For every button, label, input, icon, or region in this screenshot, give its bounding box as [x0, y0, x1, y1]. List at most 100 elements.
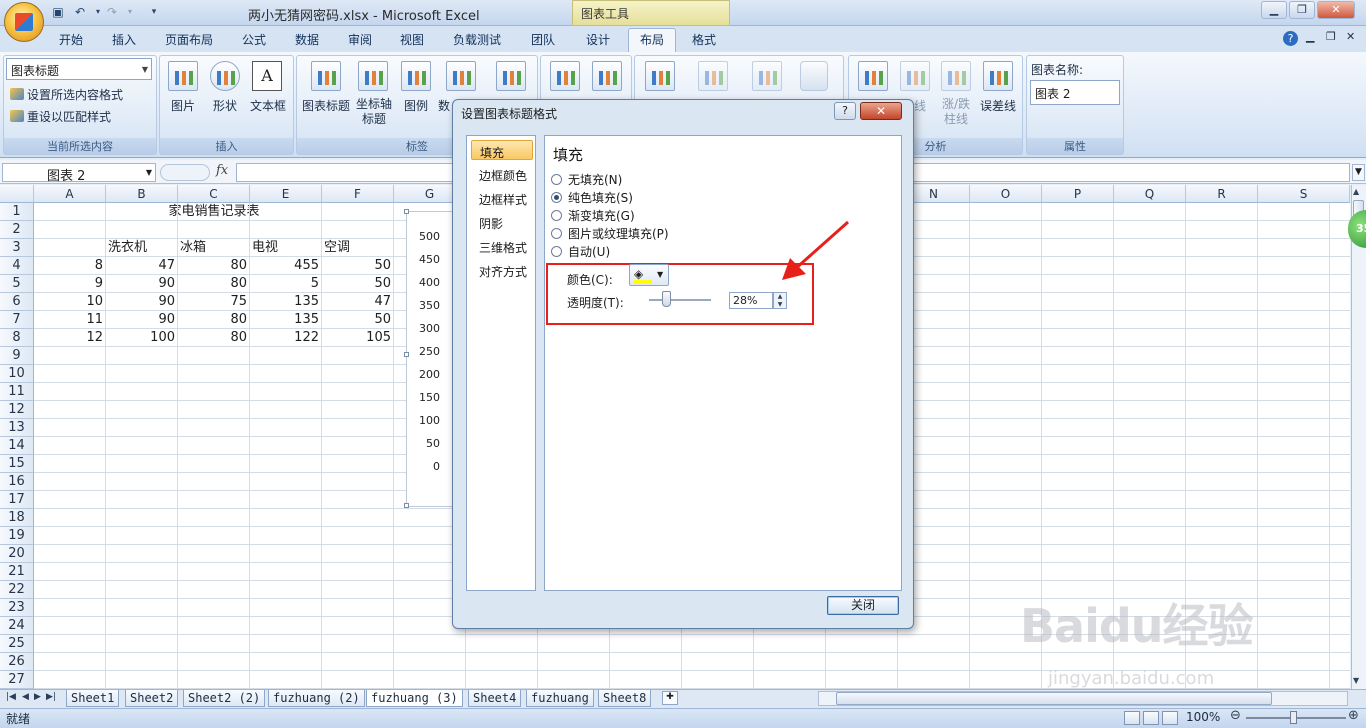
- sheet-tab[interactable]: Sheet4: [468, 690, 522, 707]
- data-cell[interactable]: 135: [250, 311, 322, 329]
- close-window-button[interactable]: ✕: [1317, 1, 1355, 19]
- row-header[interactable]: 17: [0, 491, 34, 509]
- tab-load-test[interactable]: 负载测试: [453, 31, 501, 48]
- transparency-spinner[interactable]: ▲ ▼: [773, 292, 787, 309]
- data-cell[interactable]: 47: [106, 257, 178, 275]
- sheet-title-cell[interactable]: 家电销售记录表: [106, 203, 322, 221]
- row-header[interactable]: 24: [0, 617, 34, 635]
- sheet-tab[interactable]: fuzhuang (3): [366, 690, 463, 707]
- data-cell[interactable]: 5: [250, 275, 322, 293]
- data-cell[interactable]: 80: [178, 329, 250, 347]
- data-cell[interactable]: 75: [178, 293, 250, 311]
- sheet-tab[interactable]: fuzhuang (2): [268, 690, 365, 707]
- row-header[interactable]: 7: [0, 311, 34, 329]
- row-header[interactable]: 23: [0, 599, 34, 617]
- data-cell[interactable]: 50: [322, 311, 394, 329]
- error-bars-icon[interactable]: [983, 61, 1013, 91]
- tab-page-layout[interactable]: 页面布局: [165, 31, 213, 48]
- fill-color-picker[interactable]: ◈ ▼: [629, 264, 669, 286]
- tab-team[interactable]: 团队: [531, 31, 555, 48]
- row-header[interactable]: 26: [0, 653, 34, 671]
- chart-floor-icon[interactable]: [752, 61, 782, 91]
- ribbon-minimize-icon[interactable]: ▁: [1306, 30, 1314, 43]
- radio-gradient-fill[interactable]: 渐变填充(G): [551, 207, 635, 224]
- insert-sheet-icon[interactable]: ✚: [662, 691, 678, 705]
- nav-fill[interactable]: 填充: [471, 140, 533, 160]
- header-cell[interactable]: 电视: [252, 239, 278, 257]
- column-header[interactable]: P: [1042, 185, 1114, 203]
- chart-title-icon[interactable]: [311, 61, 341, 91]
- chart-element-selector[interactable]: 图表标题 ▼: [6, 58, 152, 80]
- row-header[interactable]: 2: [0, 221, 34, 239]
- customize-qat-icon[interactable]: ▾: [146, 4, 162, 20]
- chart-title-button[interactable]: 图表标题: [300, 97, 352, 114]
- radio-no-fill[interactable]: 无填充(N): [551, 171, 622, 188]
- radio-solid-fill[interactable]: 纯色填充(S): [551, 189, 633, 206]
- redo-icon[interactable]: ↷: [104, 4, 120, 20]
- reset-style-button[interactable]: 重设以匹配样式: [10, 108, 111, 125]
- data-cell[interactable]: 105: [322, 329, 394, 347]
- minimize-button[interactable]: ▁: [1261, 1, 1287, 19]
- tab-home[interactable]: 开始: [59, 31, 83, 48]
- nav-shadow[interactable]: 阴影: [471, 212, 533, 232]
- chart-name-input[interactable]: 图表 2: [1030, 80, 1120, 105]
- row-header[interactable]: 27: [0, 671, 34, 689]
- data-cell[interactable]: 80: [178, 311, 250, 329]
- error-bars-button[interactable]: 误差线: [976, 97, 1020, 114]
- column-header[interactable]: A: [34, 185, 106, 203]
- office-button[interactable]: [4, 2, 44, 42]
- select-all-corner[interactable]: [0, 185, 34, 203]
- column-header[interactable]: Q: [1114, 185, 1186, 203]
- data-cell[interactable]: 47: [322, 293, 394, 311]
- transparency-input[interactable]: 28%: [729, 292, 773, 309]
- textbox-icon[interactable]: A: [252, 61, 282, 91]
- legend-icon[interactable]: [401, 61, 431, 91]
- save-icon[interactable]: ▣: [50, 4, 66, 20]
- nav-3d-format[interactable]: 三维格式: [471, 236, 533, 256]
- chart-resize-handle[interactable]: [404, 503, 409, 508]
- trendline-icon[interactable]: [858, 61, 888, 91]
- up-down-bars-button[interactable]: 涨/跌 柱线: [936, 97, 976, 127]
- sheet-tab[interactable]: fuzhuang: [526, 690, 594, 707]
- lines-button[interactable]: 线: [912, 97, 928, 114]
- gridlines-icon[interactable]: [592, 61, 622, 91]
- data-table-icon[interactable]: [496, 61, 526, 91]
- chart-resize-handle[interactable]: [404, 209, 409, 214]
- row-header[interactable]: 25: [0, 635, 34, 653]
- expand-formula-bar-icon[interactable]: ▼: [1352, 164, 1365, 181]
- undo-icon[interactable]: ↶: [72, 4, 88, 20]
- data-cell[interactable]: 9: [34, 275, 106, 293]
- transparency-slider-thumb[interactable]: [662, 291, 672, 307]
- row-header[interactable]: 22: [0, 581, 34, 599]
- page-layout-view-icon[interactable]: [1143, 711, 1159, 725]
- dialog-close-button[interactable]: ✕: [860, 102, 902, 120]
- vertical-scrollbar[interactable]: [1351, 185, 1366, 689]
- nav-border-style[interactable]: 边框样式: [471, 188, 533, 208]
- scroll-down-icon[interactable]: ▼: [1353, 676, 1359, 685]
- tab-insert[interactable]: 插入: [112, 31, 136, 48]
- row-header[interactable]: 14: [0, 437, 34, 455]
- close-dialog-button[interactable]: 关闭: [827, 596, 899, 615]
- row-header[interactable]: 18: [0, 509, 34, 527]
- plot-area-icon[interactable]: [645, 61, 675, 91]
- column-header[interactable]: B: [106, 185, 178, 203]
- tab-review[interactable]: 审阅: [348, 31, 372, 48]
- lines-icon[interactable]: [900, 61, 930, 91]
- column-header[interactable]: S: [1258, 185, 1350, 203]
- row-header[interactable]: 19: [0, 527, 34, 545]
- tab-format[interactable]: 格式: [692, 31, 716, 48]
- 3d-rotation-icon[interactable]: [800, 61, 828, 91]
- axis-title-icon[interactable]: [358, 61, 388, 91]
- data-cell[interactable]: 8: [34, 257, 106, 275]
- data-cell[interactable]: 80: [178, 275, 250, 293]
- header-cell[interactable]: 空调: [324, 239, 350, 257]
- format-selection-button[interactable]: 设置所选内容格式: [10, 86, 123, 103]
- insert-textbox-label[interactable]: 文本框: [246, 97, 290, 114]
- legend-button[interactable]: 图例: [400, 97, 432, 114]
- up-down-bars-icon[interactable]: [941, 61, 971, 91]
- row-header[interactable]: 3: [0, 239, 34, 257]
- chart-wall-icon[interactable]: [698, 61, 728, 91]
- insert-shapes-label[interactable]: 形状: [206, 97, 244, 114]
- last-sheet-icon[interactable]: ▶|: [46, 692, 56, 702]
- data-cell[interactable]: 80: [178, 257, 250, 275]
